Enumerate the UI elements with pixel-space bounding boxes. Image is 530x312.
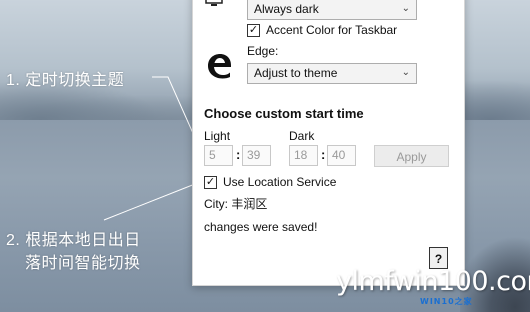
watermark-logo: ylmfwin100.com	[336, 266, 530, 297]
edge-select[interactable]: Adjust to theme ⌄	[247, 63, 417, 84]
light-label: Light	[204, 129, 231, 143]
accent-color-checkbox-row[interactable]: ✓ Accent Color for Taskbar	[247, 23, 397, 37]
annotation-step1: 1. 定时切换主题	[6, 72, 125, 89]
theme-icon	[205, 0, 223, 6]
location-service-checkbox-row[interactable]: ✓ Use Location Service	[204, 175, 336, 189]
theme-select[interactable]: Always dark ⌄	[247, 0, 417, 20]
location-service-label: Use Location Service	[223, 175, 337, 189]
apply-button[interactable]: Apply	[374, 145, 449, 167]
annotation-step2-line2: 落时间智能切换	[25, 255, 141, 272]
accent-color-checkbox[interactable]: ✓	[247, 23, 260, 37]
dark-hour-input[interactable]: 18	[289, 145, 318, 166]
status-message: changes were saved!	[204, 220, 318, 234]
custom-time-heading: Choose custom start time	[204, 106, 364, 121]
dark-minute-input[interactable]: 40	[327, 145, 356, 166]
accent-color-label: Accent Color for Taskbar	[266, 23, 398, 37]
light-hour-input[interactable]: 5	[204, 145, 233, 166]
location-service-checkbox[interactable]: ✓	[204, 175, 217, 189]
edge-label: Edge:	[247, 44, 279, 58]
edge-browser-icon	[208, 54, 231, 79]
light-minute-input[interactable]: 39	[242, 145, 271, 166]
edge-select-value: Adjust to theme	[254, 66, 338, 80]
city-label: City: 丰润区	[204, 197, 268, 211]
watermark-subtext: WIN10之家	[420, 297, 473, 306]
auto-dark-mode-window: Always dark ⌄ ✓ Accent Color for Taskbar…	[192, 0, 465, 286]
light-time-separator: :	[236, 147, 241, 162]
dark-time-separator: :	[321, 147, 326, 162]
chevron-down-icon: ⌄	[401, 67, 410, 78]
annotation-step2-line1: 2. 根据本地日出日	[6, 232, 141, 249]
theme-select-value: Always dark	[254, 2, 319, 16]
dark-label: Dark	[289, 129, 315, 143]
chevron-down-icon: ⌄	[401, 3, 410, 14]
